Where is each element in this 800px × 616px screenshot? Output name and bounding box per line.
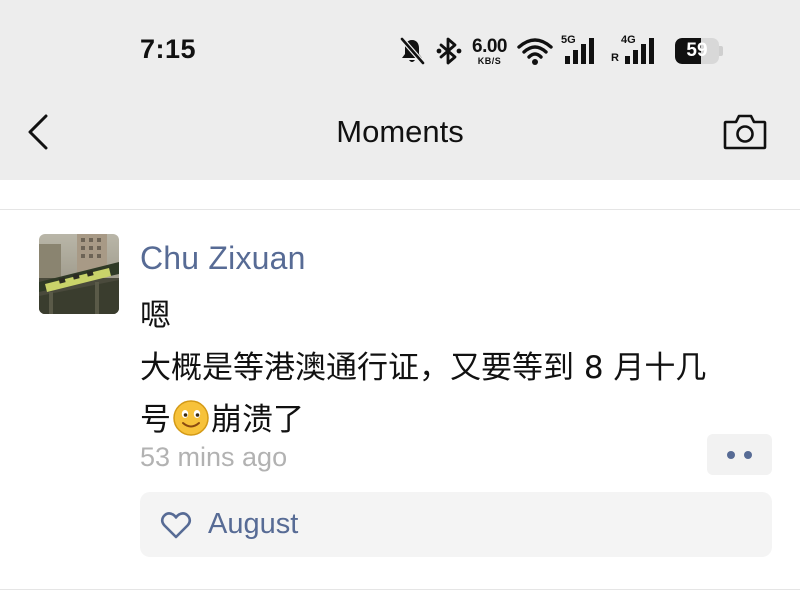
post-text-line-2: 大概是等港澳通行证，又要等到 8 月十几 xyxy=(140,350,707,386)
avatar[interactable] xyxy=(39,234,119,314)
sim2-network-label: 4G xyxy=(620,34,636,46)
network-speed-value: 6.00 xyxy=(472,35,507,57)
status-icons: 6.00 KB/S 5G 4G R 59 xyxy=(398,34,723,68)
post-text-line-3-end: 崩溃了 xyxy=(211,402,304,438)
network-speed-unit: KB/S xyxy=(477,55,502,66)
mute-icon xyxy=(398,36,426,66)
likes-names[interactable]: August xyxy=(208,508,298,541)
sim2-roaming-label: R xyxy=(610,52,619,64)
feed-divider-bottom xyxy=(0,589,800,590)
camera-button[interactable] xyxy=(722,112,768,152)
post-timestamp: 53 mins ago xyxy=(140,442,288,472)
battery-level: 59 xyxy=(686,40,708,61)
signal-5g-icon: 5G xyxy=(561,34,601,68)
post-text-line-1: 嗯 xyxy=(140,298,171,334)
likes-panel: August xyxy=(140,492,772,557)
battery-icon: 59 xyxy=(674,38,723,64)
status-time: 7:15 xyxy=(140,34,197,64)
more-actions-button[interactable] xyxy=(707,434,772,475)
page-title: Moments xyxy=(336,114,464,149)
post-author-name[interactable]: Chu Zixuan xyxy=(140,240,306,277)
wifi-icon xyxy=(517,36,553,66)
more-dots-icon xyxy=(727,451,735,459)
feed-divider-top xyxy=(0,209,800,210)
post-text-line-3: 号 崩溃了 xyxy=(140,394,780,446)
more-dots-icon-dot xyxy=(744,451,752,459)
signal-4g-icon: 4G R xyxy=(611,34,663,68)
camera-icon xyxy=(723,114,767,150)
bluetooth-icon xyxy=(436,36,462,66)
heart-outline-icon xyxy=(160,512,192,539)
network-speed: 6.00 KB/S xyxy=(472,37,507,66)
sim1-network-label: 5G xyxy=(560,34,576,46)
top-header: 7:15 6.00 KB/S 5G 4G R 59 Moments xyxy=(0,0,800,180)
post-text-line-3-start: 号 xyxy=(140,402,171,438)
status-bar: 7:15 6.00 KB/S 5G 4G R 59 xyxy=(0,0,800,100)
post-content: 嗯 大概是等港澳通行证，又要等到 8 月十几 号 崩溃了 xyxy=(140,290,780,446)
smile-emoji-icon xyxy=(172,399,210,437)
